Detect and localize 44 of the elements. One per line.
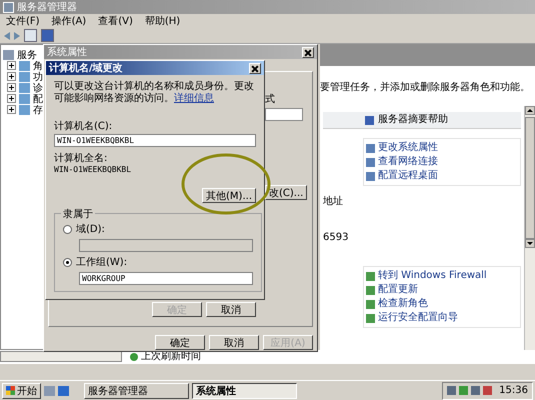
change-button[interactable]: 改(C)... xyxy=(265,185,308,200)
window-title: 计算机名/域更改 xyxy=(49,62,123,75)
window-title: 系统属性 xyxy=(47,46,87,59)
tree-item[interactable]: 角 xyxy=(33,58,43,72)
details-link[interactable]: 详细信息 xyxy=(174,93,214,104)
section-title: 服务器摘要帮助 xyxy=(378,114,448,126)
task-link[interactable]: 查看网络连接 xyxy=(378,156,438,168)
task-link[interactable]: 检查新角色 xyxy=(378,298,428,310)
input-field[interactable]: WORKGROUP xyxy=(79,272,253,285)
tree-item[interactable]: 配 xyxy=(33,92,43,106)
tree-item[interactable]: 功 xyxy=(33,70,43,84)
field-label: 计算机全名: xyxy=(54,152,108,165)
taskbar-button[interactable]: 服务器管理器 xyxy=(84,382,189,398)
task-link[interactable]: 运行安全配置向导 xyxy=(378,312,458,324)
description-text: 可以更改这台计算机的名称和成员身份。更改可能影响网络资源的访问。详细信息 xyxy=(54,81,255,105)
value-text: 6593 xyxy=(323,232,350,244)
option-label: 工作组(W): xyxy=(76,256,128,269)
task-link[interactable]: 配置更新 xyxy=(378,284,418,296)
taskbar-button[interactable]: 系统属性 xyxy=(192,382,297,398)
option-label: 域(D): xyxy=(76,222,105,236)
clock: 15:36 xyxy=(499,385,528,396)
task-link[interactable]: 配置远程桌面 xyxy=(378,170,438,182)
tree-item[interactable]: 诊 xyxy=(33,80,43,94)
field-label: 计算机名(C): xyxy=(54,120,112,133)
menu-item[interactable]: 操作(A) xyxy=(52,14,86,28)
task-link[interactable]: 更改系统属性 xyxy=(378,142,438,154)
menu-item[interactable]: 文件(F) xyxy=(6,14,40,28)
more-button[interactable]: 其他(M)... xyxy=(202,188,256,203)
label-text: 式 xyxy=(265,92,275,106)
group-label: 隶属于 xyxy=(61,207,95,221)
dialog-button[interactable]: 取消 xyxy=(209,335,259,350)
tree-item[interactable]: 服务 xyxy=(17,48,37,62)
tree-item[interactable]: 存 xyxy=(33,102,43,116)
task-link[interactable]: 转到 Windows Firewall xyxy=(378,270,487,282)
dialog-button[interactable]: 取消 xyxy=(206,302,256,317)
dialog-button[interactable]: 确定 xyxy=(155,335,205,350)
input-field[interactable]: WIN-O1WEEKBQBKBL xyxy=(54,134,256,147)
start-button[interactable]: 开始 xyxy=(2,382,41,398)
window-title: 服务器管理器 xyxy=(17,1,77,14)
address-label: 地址 xyxy=(323,196,344,208)
menu-item[interactable]: 查看(V) xyxy=(98,14,133,28)
description-text: 要管理任务，并添加或删除服务器角色和功能。 xyxy=(320,80,531,95)
menu-item[interactable]: 帮助(H) xyxy=(144,14,180,28)
value-text: WIN-O1WEEKBQBKBL xyxy=(54,165,132,174)
